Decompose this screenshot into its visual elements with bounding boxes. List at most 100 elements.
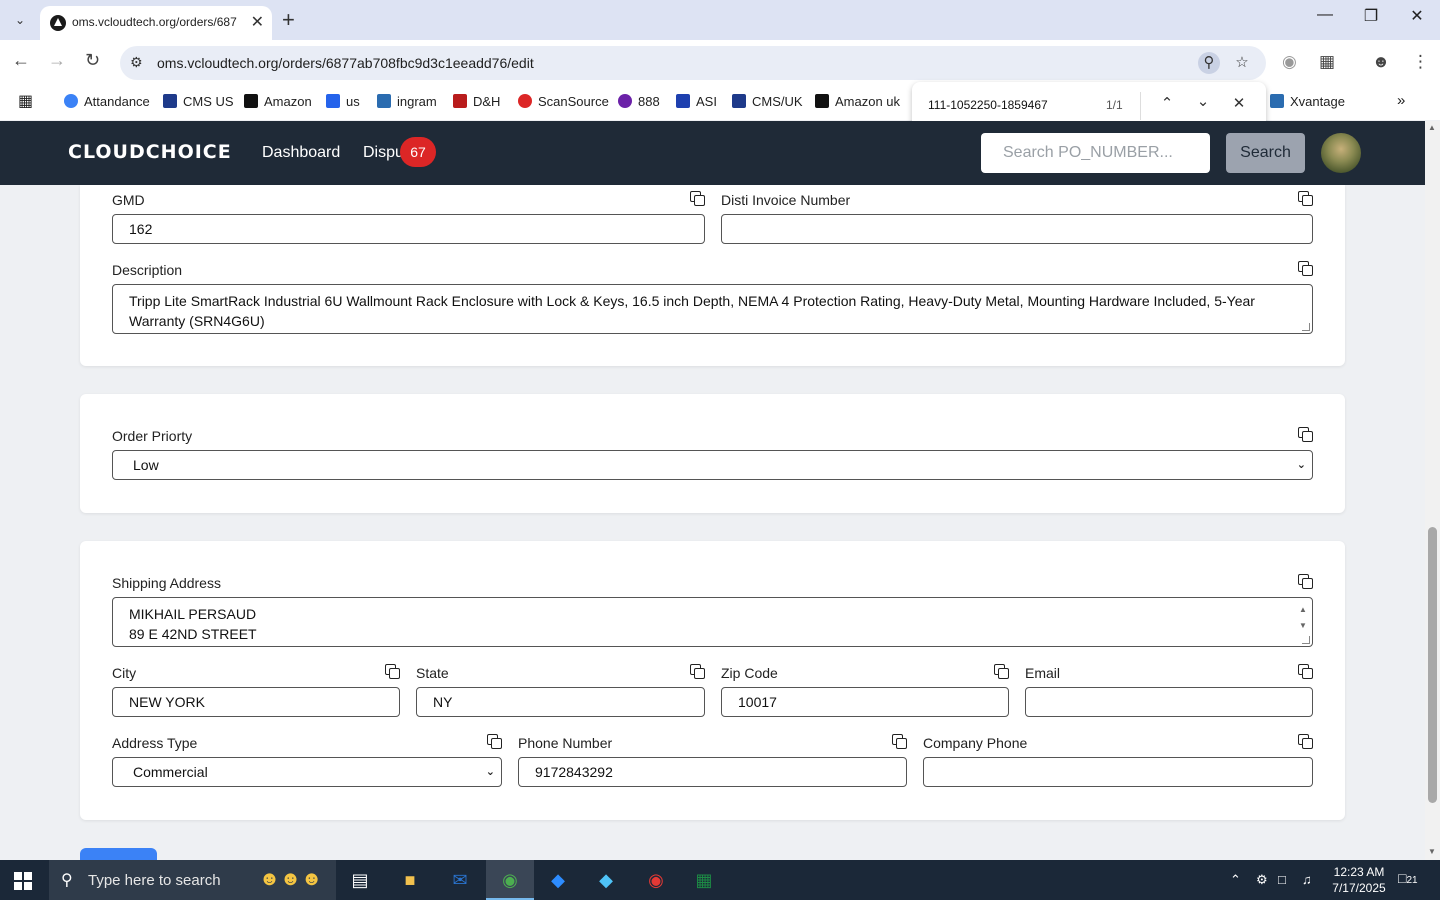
tab-close-icon[interactable]: ✕ (251, 12, 264, 32)
bookmark-item[interactable]: CMS US (163, 94, 234, 109)
city-field[interactable]: NEW YORK (112, 687, 400, 717)
bookmark-item[interactable]: ScanSource (518, 94, 609, 109)
company-phone-field[interactable] (923, 757, 1313, 787)
copy-icon[interactable] (1298, 574, 1313, 589)
search-button[interactable]: Search (1226, 133, 1305, 173)
scroll-thumb[interactable] (1428, 527, 1437, 803)
excel-icon[interactable]: ▦ (680, 860, 728, 900)
scroll-up-icon[interactable]: ▲ (1428, 123, 1436, 132)
submit-button[interactable] (80, 848, 157, 860)
search-icon: ⚲ (61, 872, 73, 889)
back-icon[interactable]: ← (12, 50, 30, 71)
minimize-icon[interactable]: — (1302, 6, 1348, 24)
notifications-icon[interactable]: □21 (1398, 870, 1418, 886)
order-priority-select[interactable]: Low ⌄ (112, 450, 1313, 480)
volume-icon[interactable]: ♫ (1302, 872, 1312, 887)
emoji-search-highlight-icon[interactable]: ☻☻☻ (259, 868, 322, 891)
bookmark-item[interactable]: us (326, 94, 360, 109)
taskbar-search-box[interactable]: ⚲ Type here to search ☻☻☻ (49, 860, 336, 900)
nav-dashboard[interactable]: Dashboard (262, 144, 340, 162)
address-type-select[interactable]: Commercial ⌄ (112, 757, 502, 787)
restore-icon[interactable]: ❐ (1348, 6, 1394, 26)
bookmark-item[interactable]: Amazon uk (815, 94, 900, 109)
copy-icon[interactable] (385, 664, 400, 679)
chrome-icon[interactable]: ◉ (486, 860, 534, 900)
bookmark-item[interactable]: Attandance (64, 94, 150, 109)
url-text[interactable]: oms.vcloudtech.org/orders/6877ab708fbc9d… (157, 55, 534, 71)
dh-icon (453, 94, 467, 108)
translate-icon[interactable]: ◉ (1282, 52, 1297, 72)
tray-app-icon[interactable]: ⚙ (1256, 872, 1268, 888)
disti-invoice-field[interactable] (721, 214, 1313, 244)
email-field[interactable] (1025, 687, 1313, 717)
app-icon[interactable]: ◆ (582, 860, 630, 900)
chrome-menu-icon[interactable]: ⋮ (1412, 52, 1429, 72)
bookmark-item[interactable]: Amazon (244, 94, 312, 109)
phone-field[interactable]: 9172843292 (518, 757, 907, 787)
user-avatar[interactable] (1321, 133, 1361, 173)
tab-search-chevron-icon[interactable]: ⌄ (8, 8, 32, 32)
priority-card: Order Priorty Low ⌄ (80, 394, 1345, 513)
zip-field[interactable]: 10017 (721, 687, 1009, 717)
copy-icon[interactable] (1298, 191, 1313, 206)
bookmark-star-icon[interactable]: ☆ (1231, 52, 1253, 74)
scroll-down-icon[interactable]: ▼ (1428, 847, 1436, 856)
bookmark-item[interactable]: Xvantage (1270, 94, 1345, 109)
find-input[interactable]: 111-1052250-1859467 (928, 98, 1048, 112)
copy-icon[interactable] (1298, 734, 1313, 749)
forward-icon[interactable]: → (48, 50, 66, 71)
page-scrollbar[interactable]: ▲ ▼ (1425, 121, 1440, 860)
browser-tab[interactable]: oms.vcloudtech.org/orders/687 ✕ (40, 6, 272, 40)
us-icon (326, 94, 340, 108)
asi-icon (676, 94, 690, 108)
extensions-icon[interactable]: ▦ (1319, 52, 1335, 72)
find-in-page-icon[interactable]: ⚲ (1198, 52, 1220, 74)
bookmark-item[interactable]: ingram (377, 94, 437, 109)
copy-icon[interactable] (1298, 427, 1313, 442)
apps-grid-icon[interactable]: ▦ (18, 91, 33, 111)
resize-handle[interactable] (1302, 636, 1310, 644)
profile-icon[interactable]: ☻ (1372, 52, 1390, 72)
copy-icon[interactable] (892, 734, 907, 749)
description-textarea[interactable]: Tripp Lite SmartRack Industrial 6U Wallm… (112, 284, 1313, 334)
shipping-address-textarea[interactable]: MIKHAIL PERSAUD 89 E 42ND STREET ▲ ▼ (112, 597, 1313, 647)
address-bar[interactable]: ⚙ oms.vcloudtech.org/orders/6877ab708fbc… (120, 46, 1266, 80)
copy-icon[interactable] (1298, 664, 1313, 679)
window-close-icon[interactable]: ✕ (1394, 6, 1440, 26)
find-close-icon[interactable]: ✕ (1228, 94, 1250, 112)
reload-icon[interactable]: ↻ (85, 50, 100, 71)
app-header: CLOUDCHOICE Dashboard Dispu 67 Search (0, 121, 1425, 185)
app-logo[interactable]: CLOUDCHOICE (68, 141, 232, 163)
textarea-scroll-down-icon[interactable]: ▼ (1298, 616, 1308, 636)
email-label: Email (1025, 665, 1061, 681)
gmd-field[interactable]: 162 (112, 214, 705, 244)
zoom-icon[interactable]: ◆ (534, 860, 582, 900)
new-tab-icon[interactable]: + (282, 7, 295, 33)
file-explorer-icon[interactable]: ■ (386, 860, 434, 900)
copy-icon[interactable] (1298, 261, 1313, 276)
windows-start-icon[interactable] (14, 872, 32, 890)
nav-disputes[interactable]: Dispu (363, 144, 404, 162)
outlook-icon[interactable]: ✉ (436, 860, 484, 900)
tray-chevron-up-icon[interactable]: ⌃ (1230, 872, 1241, 888)
more-bookmarks-icon[interactable]: » (1397, 92, 1405, 109)
network-icon[interactable]: □ (1278, 872, 1286, 887)
bookmark-item[interactable]: D&H (453, 94, 500, 109)
copy-icon[interactable] (487, 734, 502, 749)
po-search-input[interactable] (981, 133, 1210, 173)
find-previous-icon[interactable]: ⌃ (1156, 94, 1178, 112)
site-info-icon[interactable]: ⚙ (130, 54, 143, 71)
find-next-icon[interactable]: ⌄ (1192, 92, 1214, 110)
bookmark-item[interactable]: CMS/UK (732, 94, 803, 109)
copy-icon[interactable] (690, 664, 705, 679)
copy-icon[interactable] (690, 191, 705, 206)
chrome-profile-icon[interactable]: ◉ (632, 860, 680, 900)
copy-icon[interactable] (994, 664, 1009, 679)
bookmark-item[interactable]: 888 (618, 94, 660, 109)
bookmark-item[interactable]: ASI (676, 94, 717, 109)
task-view-icon[interactable]: ▤ (336, 860, 384, 900)
resize-handle[interactable] (1302, 323, 1310, 331)
tab-title: oms.vcloudtech.org/orders/687 (72, 15, 237, 29)
state-field[interactable]: NY (416, 687, 705, 717)
taskbar-clock[interactable]: 12:23 AM 7/17/2025 (1326, 864, 1392, 896)
